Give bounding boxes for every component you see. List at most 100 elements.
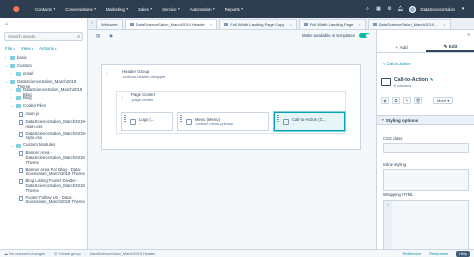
- reference-link[interactable]: Reference: [403, 251, 421, 256]
- collapse-panel-icon[interactable]: »: [467, 32, 470, 38]
- nav-item-reports[interactable]: Reports ▾: [220, 7, 248, 12]
- nav-item-sales[interactable]: Sales ▾: [133, 7, 157, 12]
- file-icon: [19, 112, 23, 117]
- help-button[interactable]: Help: [456, 250, 470, 257]
- chevron-right-icon[interactable]: ›: [5, 56, 9, 61]
- notifications-icon[interactable]: 🔔︎: [398, 6, 404, 12]
- file-icon: [19, 151, 23, 157]
- layout-icon: [129, 22, 134, 27]
- chevron-down-icon[interactable]: ⌄: [5, 64, 9, 69]
- search-assets-input[interactable]: [5, 33, 82, 40]
- nav-item-service[interactable]: Service ▾: [157, 7, 185, 12]
- close-tab-icon[interactable]: ×: [358, 22, 360, 27]
- tree-item-blog-footer-divider[interactable]: Blog Listing Footer Divider - DataScienc…: [0, 179, 87, 195]
- portal-name[interactable]: DataScienceSalon: [421, 7, 455, 12]
- chevron-down-icon[interactable]: ⌄: [11, 104, 15, 109]
- file-manager-sidebar: ⌂ ⌕ File▾ View▾ Actions▾ ›basic ⌄Custom …: [0, 18, 88, 249]
- group-class: .custom-header-wrapper: [122, 74, 166, 79]
- wrapping-html-label: Wrapping HTML: [383, 192, 414, 197]
- drag-handle-icon[interactable]: [124, 115, 127, 128]
- file-tree: › basic ⌄ Custom › email ⌄ DataScienceSalon_…: [0, 53, 87, 207]
- chevron-right-icon[interactable]: ›: [11, 96, 15, 101]
- file-menu[interactable]: File ▾: [5, 46, 15, 51]
- module-call-to-action[interactable]: Call-to-Action (C......: [274, 112, 345, 131]
- module-menu[interactable]: Menu (Menu) .custom-menu-primary: [177, 112, 269, 131]
- module-logo[interactable]: Logo (......: [121, 112, 173, 131]
- module-class: .custom-menu-primary: [195, 122, 233, 126]
- drag-handle-icon[interactable]: ⋮: [105, 71, 109, 76]
- drag-handle-icon[interactable]: [180, 115, 183, 128]
- inline-styling-label: Inline styling: [383, 162, 407, 167]
- cta-module-icon: [283, 119, 289, 125]
- tree-item-footer-follow[interactable]: Footer Follow Us - Data-Sciensalon_March…: [0, 195, 87, 208]
- file-icon: [19, 167, 23, 173]
- preview-icon[interactable]: ◉: [109, 33, 114, 38]
- module-columns: 6 columns: [394, 83, 412, 88]
- tab-landing-copy[interactable]: Full Width Landing Page Copy ×: [219, 19, 297, 29]
- nav-item-marketing[interactable]: Marketing ▾: [101, 7, 133, 12]
- styling-options-header[interactable]: ▾ Styling options: [377, 115, 474, 125]
- nav-item-contacts[interactable]: Contacts ▾: [30, 7, 60, 12]
- availability-toggle[interactable]: [359, 33, 370, 38]
- tree-item-custom[interactable]: ⌄ Custom: [0, 63, 87, 72]
- autosave-status: ☁︎ No unsaved changes: [4, 251, 45, 257]
- wrapping-html-editor[interactable]: 1: [383, 200, 469, 249]
- view-menu[interactable]: View ▾: [21, 46, 33, 51]
- tab-landing[interactable]: Full Width Landing Page ×: [298, 19, 366, 29]
- tree-item-basic[interactable]: › basic: [0, 55, 87, 64]
- tab-welcome[interactable]: Welcome: [96, 19, 123, 29]
- folder-icon: [10, 80, 15, 85]
- tree-item-theme-blog[interactable]: › DataScienceSalon_March2019 Blog: [0, 87, 87, 96]
- close-tab-icon[interactable]: ×: [443, 22, 445, 27]
- tabs-scroll-left-icon[interactable]: ‹: [88, 17, 96, 29]
- drag-handle-icon[interactable]: [277, 115, 280, 128]
- css-class-label: CSS class: [383, 136, 403, 141]
- file-icon: [19, 131, 23, 137]
- edit-icon[interactable]: ✎: [403, 97, 411, 104]
- avatar[interactable]: [408, 5, 416, 13]
- css-class-input[interactable]: [383, 143, 469, 153]
- home-icon[interactable]: ⌂: [5, 21, 11, 27]
- preview-icon[interactable]: ◉: [381, 97, 389, 104]
- drag-handle-icon[interactable]: ⋮: [120, 95, 124, 100]
- chevron-down-icon[interactable]: ⌄: [5, 80, 9, 85]
- close-tab-icon[interactable]: ×: [289, 22, 291, 27]
- tree-item-main-css[interactable]: DataScienceSalon_March2019-main.css: [0, 119, 87, 132]
- layout-view-icon[interactable]: ▤: [96, 33, 101, 38]
- nav-item-automation[interactable]: Automation ▾: [185, 7, 220, 12]
- edit-name-icon[interactable]: ✎: [430, 77, 433, 82]
- nav-item-conversations[interactable]: Conversations ▾: [60, 7, 101, 12]
- module-class: ...: [139, 122, 143, 126]
- top-navigation: ✺ Contacts ▾ Conversations ▾ Marketing ▾ Sa…: [0, 0, 474, 18]
- more-button[interactable]: More ▾: [433, 97, 454, 104]
- inspector-panel: » + Add ✎ Edit < Call-to-Action Call-to-Ac…: [376, 30, 474, 249]
- tab-add[interactable]: + Add: [377, 43, 426, 52]
- delete-icon[interactable]: 🗑︎: [414, 97, 422, 104]
- page-center-group[interactable]: ⋮ Page Center .page-center Logo (...... …: [116, 91, 346, 134]
- module-name: Call-to-Action ✎: [394, 77, 434, 83]
- tab-theme[interactable]: DataScienceSalon_March2019 ... ×: [367, 19, 451, 29]
- clone-icon[interactable]: ⧉: [392, 97, 400, 104]
- actions-menu[interactable]: Actions ▾: [39, 46, 56, 51]
- marketplace-icon[interactable]: ▦: [376, 6, 382, 12]
- close-tab-icon[interactable]: ×: [210, 22, 212, 27]
- resources-link[interactable]: Resources: [429, 251, 448, 256]
- chevron-right-icon[interactable]: ›: [11, 72, 15, 77]
- pencil-icon: ✎: [443, 43, 448, 49]
- back-to-module-link[interactable]: < Call-to-Action: [383, 61, 410, 66]
- chevron-right-icon[interactable]: ›: [11, 88, 15, 93]
- tab-header[interactable]: DataScienceSalon_March2019 Header ×: [124, 19, 218, 29]
- chevron-down-icon[interactable]: ▾: [460, 6, 466, 12]
- hubspot-logo-icon[interactable]: ✺: [13, 5, 20, 13]
- tree-item-coded-files[interactable]: ⌄ Coded Files: [0, 103, 87, 112]
- tab-edit[interactable]: ✎ Edit: [426, 43, 474, 52]
- search-icon[interactable]: ⌕: [77, 34, 80, 40]
- file-menus: File ▾ View ▾ Actions ▾: [0, 41, 87, 53]
- settings-icon[interactable]: ⚙: [387, 6, 393, 12]
- tree-item-banner-area[interactable]: Banner Area - DataScienceSalon_March2019…: [0, 151, 87, 167]
- search-icon[interactable]: ⌕: [365, 6, 371, 12]
- inline-styling-textarea[interactable]: [383, 169, 469, 191]
- folder-icon: [16, 143, 21, 148]
- status-links: Reference Resources Help: [403, 250, 470, 257]
- chevron-down-icon[interactable]: ⌄: [11, 144, 15, 149]
